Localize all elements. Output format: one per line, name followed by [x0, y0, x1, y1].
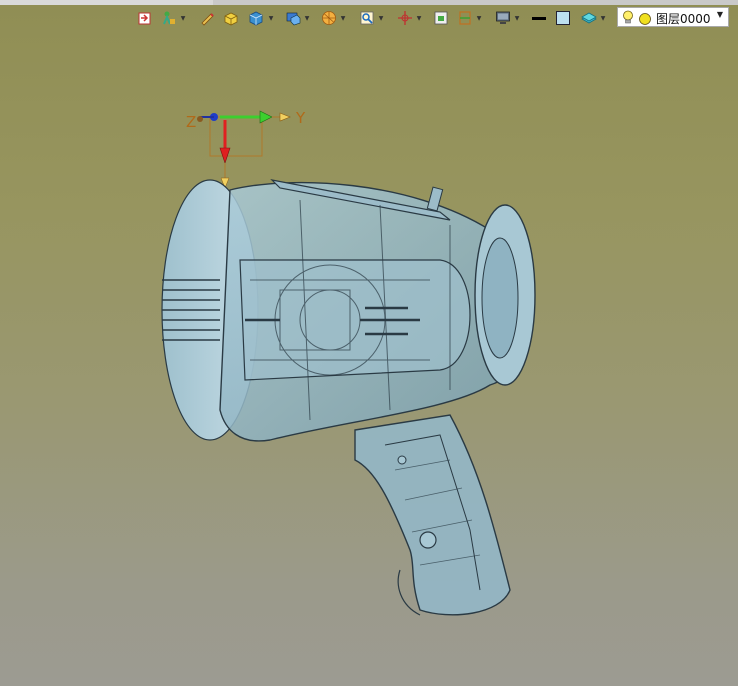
crosshair-icon[interactable]: [395, 8, 415, 28]
box-icon[interactable]: [221, 8, 241, 28]
zoom-window-icon[interactable]: [357, 8, 377, 28]
line-color-icon[interactable]: [529, 8, 549, 28]
display-mode-dropdown[interactable]: [303, 8, 311, 28]
chevron-down-icon[interactable]: ▼: [717, 10, 723, 19]
view-icon[interactable]: [431, 8, 451, 28]
sketch-tool-icon[interactable]: [159, 8, 179, 28]
layer-name: 图层0000: [656, 12, 711, 26]
section-view-icon[interactable]: [455, 8, 475, 28]
monitor-icon[interactable]: [493, 8, 513, 28]
layer-color-dropdown[interactable]: [599, 8, 607, 28]
render-style-dropdown[interactable]: [339, 8, 347, 28]
handle: [354, 414, 511, 616]
render-style-icon[interactable]: [319, 8, 339, 28]
monitor-dropdown[interactable]: [513, 8, 521, 28]
light-bulb-icon[interactable]: [622, 10, 634, 29]
zoom-dropdown[interactable]: [377, 8, 385, 28]
section-view-dropdown[interactable]: [475, 8, 483, 28]
trigger-button: [419, 531, 437, 549]
spotlight-model[interactable]: [150, 170, 550, 630]
layer-visibility-dot-icon[interactable]: [638, 11, 652, 30]
solid-dropdown[interactable]: [267, 8, 275, 28]
y-axis-label: Y: [295, 109, 306, 127]
tab-strip: [213, 0, 738, 5]
z-axis-label: Z: [186, 113, 196, 131]
pencil-icon[interactable]: [197, 8, 217, 28]
layer-dropdown[interactable]: 图层0000 ▼: [617, 7, 729, 27]
display-mode-icon[interactable]: [283, 8, 303, 28]
solid-icon[interactable]: [246, 8, 266, 28]
3d-viewport[interactable]: 图层0000 ▼ Z Y: [0, 0, 738, 686]
import-icon[interactable]: [135, 8, 155, 28]
layer-color-icon[interactable]: [579, 8, 599, 28]
sketch-tool-dropdown[interactable]: [179, 8, 187, 28]
view-toolbar: 图层0000 ▼: [133, 6, 733, 30]
fill-color-icon[interactable]: [553, 8, 573, 28]
crosshair-dropdown[interactable]: [415, 8, 423, 28]
